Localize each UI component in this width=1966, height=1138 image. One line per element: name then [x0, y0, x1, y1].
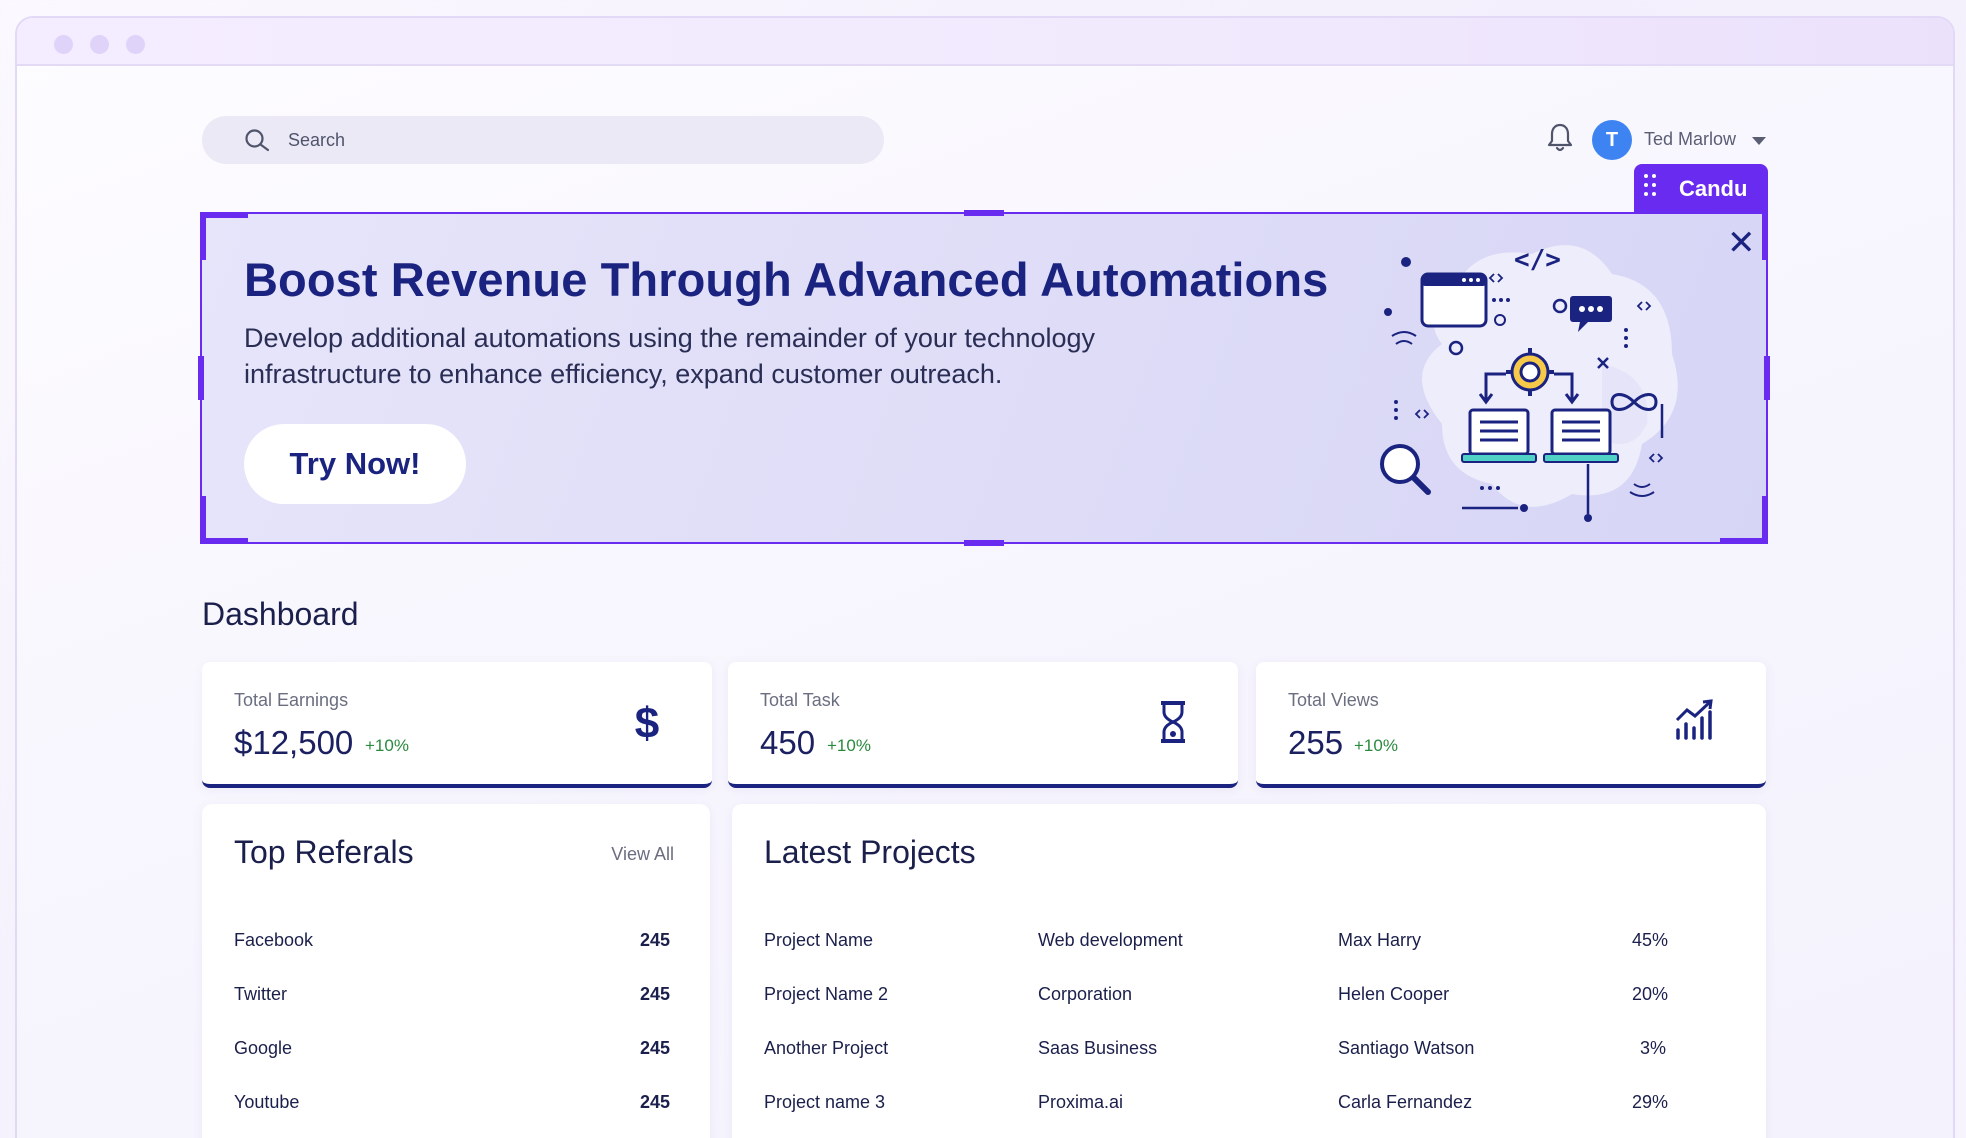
automation-illustration-icon: </>: [1380, 245, 1678, 522]
page-title: Dashboard: [202, 596, 359, 632]
resize-handle[interactable]: [200, 538, 248, 544]
close-icon[interactable]: ✕: [1727, 226, 1756, 260]
stat-label: Total Earnings: [234, 690, 349, 710]
stat-delta: +10%: [1354, 736, 1398, 755]
resize-handle[interactable]: [1720, 538, 1768, 544]
svg-text:</>: </>: [1514, 245, 1561, 275]
stat-label: Total Views: [1288, 690, 1379, 710]
referral-count: 245: [639, 930, 670, 950]
project-category: Corporation: [1038, 984, 1133, 1004]
promo-banner: Boost Revenue Through Advanced Automatio…: [198, 210, 1770, 546]
window-dot-close[interactable]: [54, 35, 73, 54]
view-all-link[interactable]: View All: [611, 844, 674, 865]
list-item[interactable]: Facebook 245: [234, 930, 670, 960]
project-owner: Max Harry: [1338, 930, 1422, 950]
stat-card-earnings[interactable]: Total Earnings $12,500 +10% $: [202, 662, 712, 788]
card-title: Latest Projects: [764, 834, 976, 870]
list-item[interactable]: Twitter 245: [234, 984, 670, 1014]
search-icon: [245, 129, 270, 152]
referral-name: Facebook: [234, 930, 314, 950]
referral-name: Google: [234, 1038, 293, 1058]
stat-card-tasks[interactable]: Total Task 450 +10%: [728, 662, 1238, 788]
stat-card-views[interactable]: Total Views 255 +10%: [1256, 662, 1766, 788]
project-owner: Santiago Watson: [1338, 1038, 1475, 1058]
top-referrals-card: Top Referals View All Facebook 245 Twitt…: [202, 804, 710, 1138]
candu-tag[interactable]: Candu: [1634, 164, 1768, 212]
resize-handle[interactable]: [1762, 212, 1768, 260]
referral-count: 245: [639, 1092, 670, 1112]
chart-growth-icon: [1675, 699, 1713, 740]
table-row[interactable]: Project Name Web development Max Harry 4…: [764, 930, 1726, 960]
notification-bell-icon[interactable]: [1546, 122, 1574, 154]
stat-delta: +10%: [827, 736, 871, 755]
resize-handle[interactable]: [964, 540, 1004, 546]
resize-handle[interactable]: [200, 212, 206, 260]
card-title: Top Referals: [234, 834, 414, 870]
resize-handle[interactable]: [964, 210, 1004, 216]
project-progress: 45%: [1632, 930, 1669, 950]
resize-handle[interactable]: [1762, 496, 1768, 544]
svg-text:$: $: [635, 699, 659, 746]
search-input[interactable]: [288, 116, 848, 164]
project-category: Saas Business: [1038, 1038, 1158, 1058]
banner-title: Boost Revenue Through Advanced Automatio…: [244, 253, 1329, 306]
project-progress: 20%: [1632, 984, 1669, 1004]
user-name[interactable]: Ted Marlow: [1644, 129, 1736, 150]
project-category: Proxima.ai: [1038, 1092, 1124, 1112]
project-owner: Carla Fernandez: [1338, 1092, 1473, 1112]
table-row[interactable]: Project name 3 Proxima.ai Carla Fernande…: [764, 1092, 1726, 1122]
referral-name: Youtube: [234, 1092, 300, 1112]
stat-value: $12,500: [234, 724, 354, 761]
stat-delta: +10%: [365, 736, 409, 755]
try-now-button[interactable]: Try Now!: [244, 424, 466, 504]
search-bar[interactable]: [202, 116, 884, 164]
dollar-icon: $: [635, 699, 659, 746]
project-owner: Helen Cooper: [1338, 984, 1450, 1004]
stat-value: 450: [760, 724, 816, 761]
project-name: Project Name 2: [764, 984, 889, 1004]
banner-subtitle: Develop additional automations using the…: [244, 323, 1096, 389]
project-category: Web development: [1038, 930, 1183, 950]
project-name: Project Name: [764, 930, 874, 950]
referral-count: 245: [639, 984, 670, 1004]
chevron-down-icon[interactable]: [1752, 137, 1766, 145]
latest-projects-card: Latest Projects Project Name Web develop…: [732, 804, 1766, 1138]
stat-label: Total Task: [760, 690, 840, 710]
list-item[interactable]: Youtube 245: [234, 1092, 670, 1122]
project-name: Project name 3: [764, 1092, 886, 1112]
stat-value: 255: [1288, 724, 1344, 761]
window-dot-maximize[interactable]: [126, 35, 145, 54]
avatar[interactable]: T: [1592, 120, 1632, 160]
resize-handle[interactable]: [200, 212, 248, 218]
resize-handle[interactable]: [1764, 356, 1770, 400]
referral-name: Twitter: [234, 984, 288, 1004]
project-progress: 3%: [1640, 1038, 1667, 1058]
project-progress: 29%: [1632, 1092, 1669, 1112]
drag-handle-icon[interactable]: [1644, 174, 1658, 202]
list-item[interactable]: Google 245: [234, 1038, 670, 1068]
window-dot-minimize[interactable]: [90, 35, 109, 54]
project-name: Another Project: [764, 1038, 889, 1058]
referral-count: 245: [639, 1038, 670, 1058]
resize-handle[interactable]: [200, 496, 206, 544]
hourglass-icon: [1161, 701, 1185, 743]
table-row[interactable]: Another Project Saas Business Santiago W…: [764, 1038, 1726, 1068]
table-row[interactable]: Project Name 2 Corporation Helen Cooper …: [764, 984, 1726, 1014]
window-titlebar: [17, 18, 1953, 66]
resize-handle[interactable]: [198, 356, 204, 400]
candu-label: Candu: [1679, 176, 1748, 201]
